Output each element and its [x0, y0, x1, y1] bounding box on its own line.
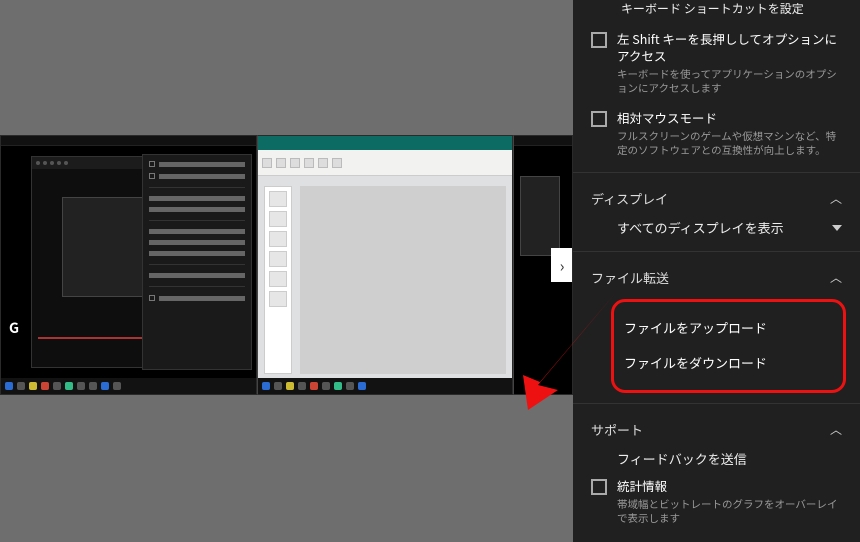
file-download-button[interactable]: ファイルをダウンロード — [624, 345, 833, 380]
keyboard-shortcut-setting[interactable]: キーボード ショートカットを設定 — [591, 0, 842, 21]
send-feedback[interactable]: フィードバックを送信 — [591, 445, 842, 472]
option-shift-desc: キーボードを使ってアプリケーションのオプションにアクセスします — [617, 68, 842, 96]
desktop-carousel: G — [0, 135, 573, 395]
section-display-label: ディスプレイ — [591, 189, 668, 208]
file-upload-button[interactable]: ファイルをアップロード — [624, 310, 833, 345]
option-statistics[interactable]: 統計情報 帯域幅とビットレートのグラフをオーバーレイで表示します — [591, 472, 842, 530]
thumb2-canvas — [300, 186, 507, 374]
thumb2-titlebar — [258, 136, 513, 150]
settings-panel: キーボード ショートカットを設定 左 Shift キーを長押ししてオプションにア… — [573, 0, 860, 542]
chevron-up-icon: ︿ — [830, 421, 842, 438]
thumb2-ribbon — [258, 150, 513, 176]
dropdown-icon — [832, 225, 842, 231]
section-file-transfer[interactable]: ファイル転送 ︿ — [591, 252, 842, 293]
desktop-thumbnail-1[interactable]: G — [0, 135, 257, 395]
section-file-transfer-label: ファイル転送 — [591, 268, 669, 287]
desktop-thumbnail-3[interactable]: › — [513, 135, 573, 395]
thumb1-taskbar — [1, 378, 256, 394]
option-relative-mouse[interactable]: 相対マウスモード フルスクリーンのゲームや仮想マシンなど、特定のソフトウェアとの… — [591, 100, 842, 162]
option-shift-access[interactable]: 左 Shift キーを長押ししてオプションにアクセス キーボードを使ってアプリケ… — [591, 21, 842, 100]
desktop-thumbnail-2[interactable] — [257, 135, 514, 395]
thumb2-left-pane — [264, 186, 292, 374]
file-transfer-highlight: ファイルをアップロード ファイルをダウンロード — [611, 299, 846, 393]
thumb3-titlebar — [514, 136, 572, 146]
help-link[interactable]: ヘルプ — [591, 531, 842, 542]
thumb1-side-panel — [142, 154, 252, 370]
section-support-label: サポート — [591, 420, 643, 439]
option-shift-title: 左 Shift キーを長押ししてオプションにアクセス — [617, 31, 842, 65]
thumb1-titlebar — [1, 136, 256, 146]
show-all-displays-label: すべてのディスプレイを表示 — [617, 218, 784, 237]
thumb1-logo: G — [9, 318, 19, 338]
option-stats-desc: 帯域幅とビットレートのグラフをオーバーレイで表示します — [617, 498, 842, 526]
checkbox-statistics[interactable] — [591, 479, 607, 495]
chevron-up-icon: ︿ — [830, 269, 842, 286]
option-mouse-title: 相対マウスモード — [617, 110, 842, 127]
chevron-up-icon: ︿ — [830, 190, 842, 207]
thumb3-window — [520, 176, 560, 256]
option-mouse-desc: フルスクリーンのゲームや仮想マシンなど、特定のソフトウェアとの互換性が向上します… — [617, 130, 842, 158]
send-feedback-label: フィードバックを送信 — [617, 449, 747, 468]
show-all-displays[interactable]: すべてのディスプレイを表示 — [591, 214, 842, 241]
thumb2-taskbar — [258, 378, 513, 394]
checkbox-relative-mouse[interactable] — [591, 111, 607, 127]
section-display[interactable]: ディスプレイ ︿ — [591, 173, 842, 214]
section-support[interactable]: サポート ︿ — [591, 404, 842, 445]
checkbox-shift-access[interactable] — [591, 32, 607, 48]
carousel-next-button[interactable]: › — [551, 248, 573, 282]
option-stats-title: 統計情報 — [617, 478, 842, 495]
